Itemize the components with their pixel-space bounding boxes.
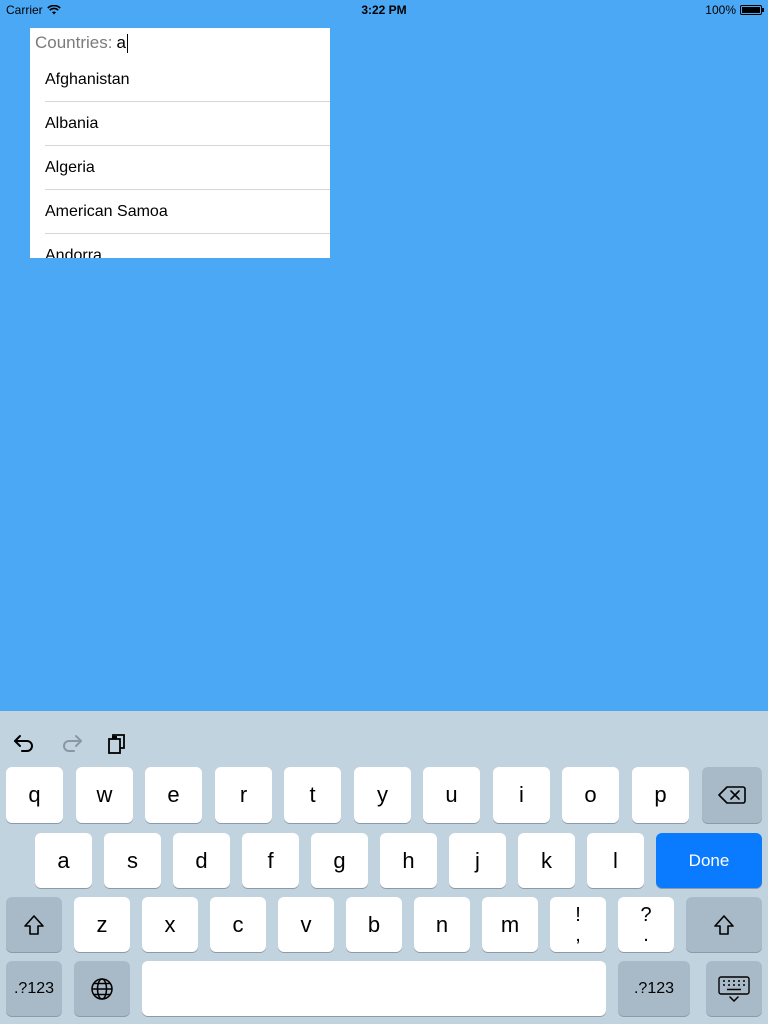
status-right: 100%: [705, 3, 764, 17]
key-b[interactable]: b: [346, 897, 402, 952]
key-exclaim-top: !: [575, 903, 581, 926]
key-question-bottom: .: [643, 923, 649, 946]
key-w[interactable]: w: [76, 767, 133, 823]
shift-key-right[interactable]: [686, 897, 762, 952]
numbers-key-right[interactable]: .?123: [618, 961, 690, 1016]
search-label: Countries:: [35, 33, 113, 52]
key-d[interactable]: d: [173, 833, 230, 888]
battery-percent: 100%: [705, 3, 736, 17]
key-v[interactable]: v: [278, 897, 334, 952]
keyboard-shortcut-bar: [0, 711, 768, 767]
list-item[interactable]: Albania: [45, 102, 330, 146]
key-y[interactable]: y: [354, 767, 411, 823]
key-n[interactable]: n: [414, 897, 470, 952]
key-exclamation-comma[interactable]: ! ,: [550, 897, 606, 952]
key-s[interactable]: s: [104, 833, 161, 888]
space-bar[interactable]: [142, 961, 606, 1016]
list-item[interactable]: Algeria: [45, 146, 330, 190]
globe-icon: [91, 977, 113, 1000]
key-p[interactable]: p: [632, 767, 689, 823]
numbers-key-left[interactable]: .?123: [6, 961, 62, 1016]
backspace-key[interactable]: [702, 767, 762, 823]
key-q[interactable]: q: [6, 767, 63, 823]
key-i[interactable]: i: [493, 767, 550, 823]
key-r[interactable]: r: [215, 767, 272, 823]
list-item[interactable]: Andorra: [45, 234, 330, 259]
search-field[interactable]: Countries: a: [30, 28, 330, 58]
key-h[interactable]: h: [380, 833, 437, 888]
key-m[interactable]: m: [482, 897, 538, 952]
key-l[interactable]: l: [587, 833, 644, 888]
keyboard-dismiss-icon: [718, 975, 750, 1002]
done-button[interactable]: Done: [656, 833, 762, 888]
key-f[interactable]: f: [242, 833, 299, 888]
keyboard: q w e r t y u i o p a s d f g h j k l Do…: [0, 711, 768, 1024]
text-caret: [126, 33, 128, 53]
key-t[interactable]: t: [284, 767, 341, 823]
key-g[interactable]: g: [311, 833, 368, 888]
paste-icon[interactable]: [106, 731, 130, 755]
key-exclaim-bottom: ,: [575, 923, 581, 946]
key-j[interactable]: j: [449, 833, 506, 888]
key-c[interactable]: c: [210, 897, 266, 952]
globe-key[interactable]: [74, 961, 130, 1016]
undo-icon[interactable]: [12, 731, 36, 755]
key-u[interactable]: u: [423, 767, 480, 823]
search-input-value[interactable]: a: [116, 33, 125, 53]
key-e[interactable]: e: [145, 767, 202, 823]
battery-icon: [740, 5, 764, 15]
shift-icon: [24, 914, 44, 935]
list-item[interactable]: American Samoa: [45, 190, 330, 234]
key-o[interactable]: o: [562, 767, 619, 823]
key-x[interactable]: x: [142, 897, 198, 952]
key-a[interactable]: a: [35, 833, 92, 888]
list-item[interactable]: Afghanistan: [45, 58, 330, 102]
key-question-top: ?: [640, 903, 652, 926]
key-question-period[interactable]: ? .: [618, 897, 674, 952]
status-bar: Carrier 3:22 PM 100%: [0, 0, 768, 20]
redo-icon[interactable]: [60, 731, 84, 755]
shift-key-left[interactable]: [6, 897, 62, 952]
backspace-icon: [718, 786, 746, 804]
battery-fill: [742, 7, 760, 13]
autocomplete-panel: Countries: a Afghanistan Albania Algeria…: [30, 28, 330, 258]
key-k[interactable]: k: [518, 833, 575, 888]
country-list: Afghanistan Albania Algeria American Sam…: [30, 58, 330, 258]
key-z[interactable]: z: [74, 897, 130, 952]
shift-icon: [714, 914, 734, 935]
status-time: 3:22 PM: [361, 3, 407, 17]
dismiss-keyboard-key[interactable]: [706, 961, 762, 1016]
